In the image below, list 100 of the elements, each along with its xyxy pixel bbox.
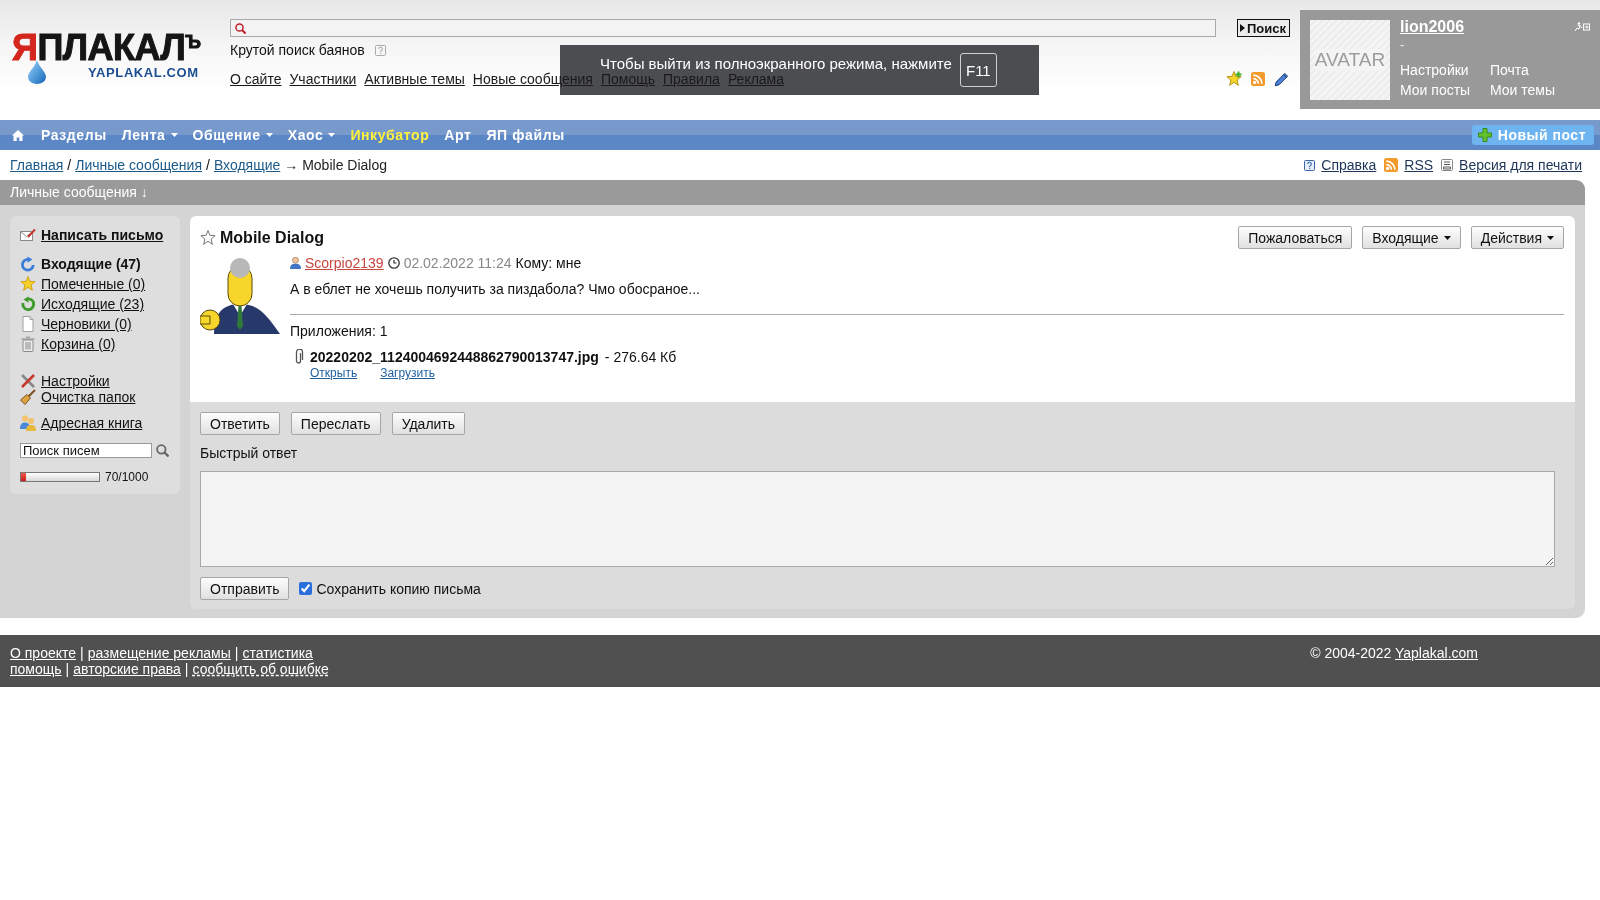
folder-link[interactable]: Черновики (0) [20, 314, 132, 334]
address-book-link[interactable]: Адресная книга [20, 414, 143, 432]
search-hint: Крутой поиск баянов [230, 42, 365, 58]
trash-icon [20, 336, 36, 352]
caret-icon [328, 133, 336, 137]
caret-icon [170, 133, 178, 137]
folder-link[interactable]: Входящие (47) [20, 254, 141, 274]
arrow-icon [20, 296, 36, 312]
message-date: 02.02.2022 11:24 [403, 255, 512, 271]
nav-link[interactable]: Разделы [41, 127, 107, 143]
footer-link[interactable]: размещение рекламы [87, 645, 231, 661]
caret-icon [1547, 235, 1554, 240]
attachment-link[interactable]: Открыть [310, 366, 358, 380]
page-link[interactable]: Версия для печати [1459, 157, 1582, 173]
help-icon [1304, 159, 1316, 171]
message-title: Mobile Dialog [220, 228, 324, 247]
footer-link[interactable]: сообщить об ошибке [192, 661, 329, 677]
star-icon[interactable] [1226, 71, 1242, 87]
footer-separator: | [184, 661, 189, 677]
header-link[interactable]: Активные темы [364, 71, 465, 87]
folder-link[interactable]: Корзина (0) [20, 334, 116, 354]
attachment-size: - 276.64 Кб [604, 349, 677, 365]
user-icon [290, 257, 301, 269]
search-button[interactable]: Поиск [1237, 19, 1290, 37]
breadcrumb-separator: / [67, 157, 72, 173]
nav-link[interactable]: Хаос [287, 127, 336, 143]
tool-link[interactable]: Настройки [20, 373, 110, 389]
footer-separator: | [65, 661, 70, 677]
logo-title: ЯПЛАКАЛ$^{Ъ}$ [12, 34, 201, 62]
header-link[interactable]: Участники [289, 71, 357, 87]
rss-icon[interactable] [1251, 72, 1265, 86]
avatar-label: AVATAR [1314, 49, 1386, 71]
quick-reply-label: Быстрый ответ [200, 445, 298, 461]
checkbox[interactable] [299, 582, 313, 595]
plus-icon [1477, 128, 1492, 142]
pencil-icon[interactable] [1274, 71, 1290, 87]
page-link[interactable]: Справка [1321, 157, 1377, 173]
breadcrumb-link[interactable]: Главная [10, 157, 64, 173]
user-status: - [1400, 38, 1405, 52]
nav-link[interactable]: Арт [444, 127, 472, 143]
header-link[interactable]: О сайте [230, 71, 282, 87]
message-text: А в еблет не хочешь получить за пиздабола? Чмо обосраное... [290, 280, 700, 298]
paperclip-icon [295, 349, 304, 365]
page-link[interactable]: RSS [1404, 157, 1434, 173]
recipient-text: Кому: мне [515, 255, 582, 271]
caret-icon [265, 133, 273, 137]
site-link[interactable]: Yaplakal.com [1395, 645, 1478, 661]
breadcrumb-link[interactable]: Входящие [213, 157, 281, 173]
footer-link[interactable]: статистика [242, 645, 313, 661]
compose-link[interactable]: Написать письмо [20, 226, 164, 244]
quota-reading: 70/1000 [105, 470, 149, 484]
button[interactable]: Переслать [290, 412, 381, 435]
search-field[interactable]: Поиск писем [20, 443, 152, 458]
search-icon[interactable] [156, 444, 169, 457]
logo-subtitle: YAPLAKAL.COM [88, 66, 199, 80]
triangle-icon [1240, 24, 1245, 32]
attachment-name: 20220202_1124004692448862790013747.jpg [310, 349, 599, 365]
section-header: Личные сообщения ↓ [0, 180, 1585, 205]
button[interactable]: Ответить [200, 412, 280, 435]
nav-link[interactable]: Общение [192, 127, 273, 143]
button[interactable]: Удалить [391, 412, 466, 435]
search-field[interactable] [230, 19, 1216, 37]
drop-icon [28, 60, 46, 84]
caret-icon [1443, 235, 1451, 240]
nav-link[interactable]: Лента [121, 127, 178, 143]
attachments-label: Приложения: 1 [290, 322, 388, 340]
search-icon [235, 22, 246, 34]
sender-link[interactable]: Scorpio2139 [305, 255, 384, 271]
footer-link[interactable]: О проекте [10, 645, 77, 661]
letter-icon [20, 228, 36, 242]
printer-icon[interactable] [1441, 159, 1454, 171]
folder-link[interactable]: Исходящие (23) [20, 294, 145, 314]
help-icon [374, 44, 386, 56]
tool-link[interactable]: Очистка папок [20, 389, 136, 405]
footer-separator: | [80, 645, 84, 661]
rss-icon[interactable] [1384, 158, 1399, 172]
key-badge: F11 [959, 53, 997, 87]
nav-link[interactable]: ЯП файлы [486, 127, 565, 143]
checkbox-label: Сохранить копию письма [316, 580, 481, 597]
footer-link[interactable]: помощь [10, 661, 62, 677]
copyright-text: © 2004-2022 Yaplakal.com [1310, 645, 1478, 661]
attachment-link[interactable]: Загрузить [380, 366, 435, 380]
footer-separator: | [234, 645, 239, 661]
breadcrumb-separator: / [206, 157, 210, 173]
exit-icon[interactable] [1574, 22, 1590, 32]
folder-link[interactable]: Помеченные (0) [20, 274, 146, 294]
breadcrumb-current: → Mobile Dialog [284, 157, 387, 173]
star-icon[interactable] [200, 229, 216, 246]
button[interactable]: Входящие [1362, 226, 1461, 249]
button[interactable]: Пожаловаться [1238, 226, 1353, 249]
footer-link[interactable]: авторские права [73, 661, 181, 677]
reply-field[interactable] [200, 471, 1555, 567]
button[interactable]: Отправить [200, 577, 290, 600]
star-icon [20, 276, 36, 292]
breadcrumb-link[interactable]: Личные сообщения [75, 157, 202, 173]
button[interactable]: Действия [1470, 226, 1564, 249]
tools-icon [20, 373, 36, 389]
people-icon [20, 415, 36, 431]
broom-icon [20, 389, 36, 405]
home-icon[interactable] [12, 129, 24, 141]
